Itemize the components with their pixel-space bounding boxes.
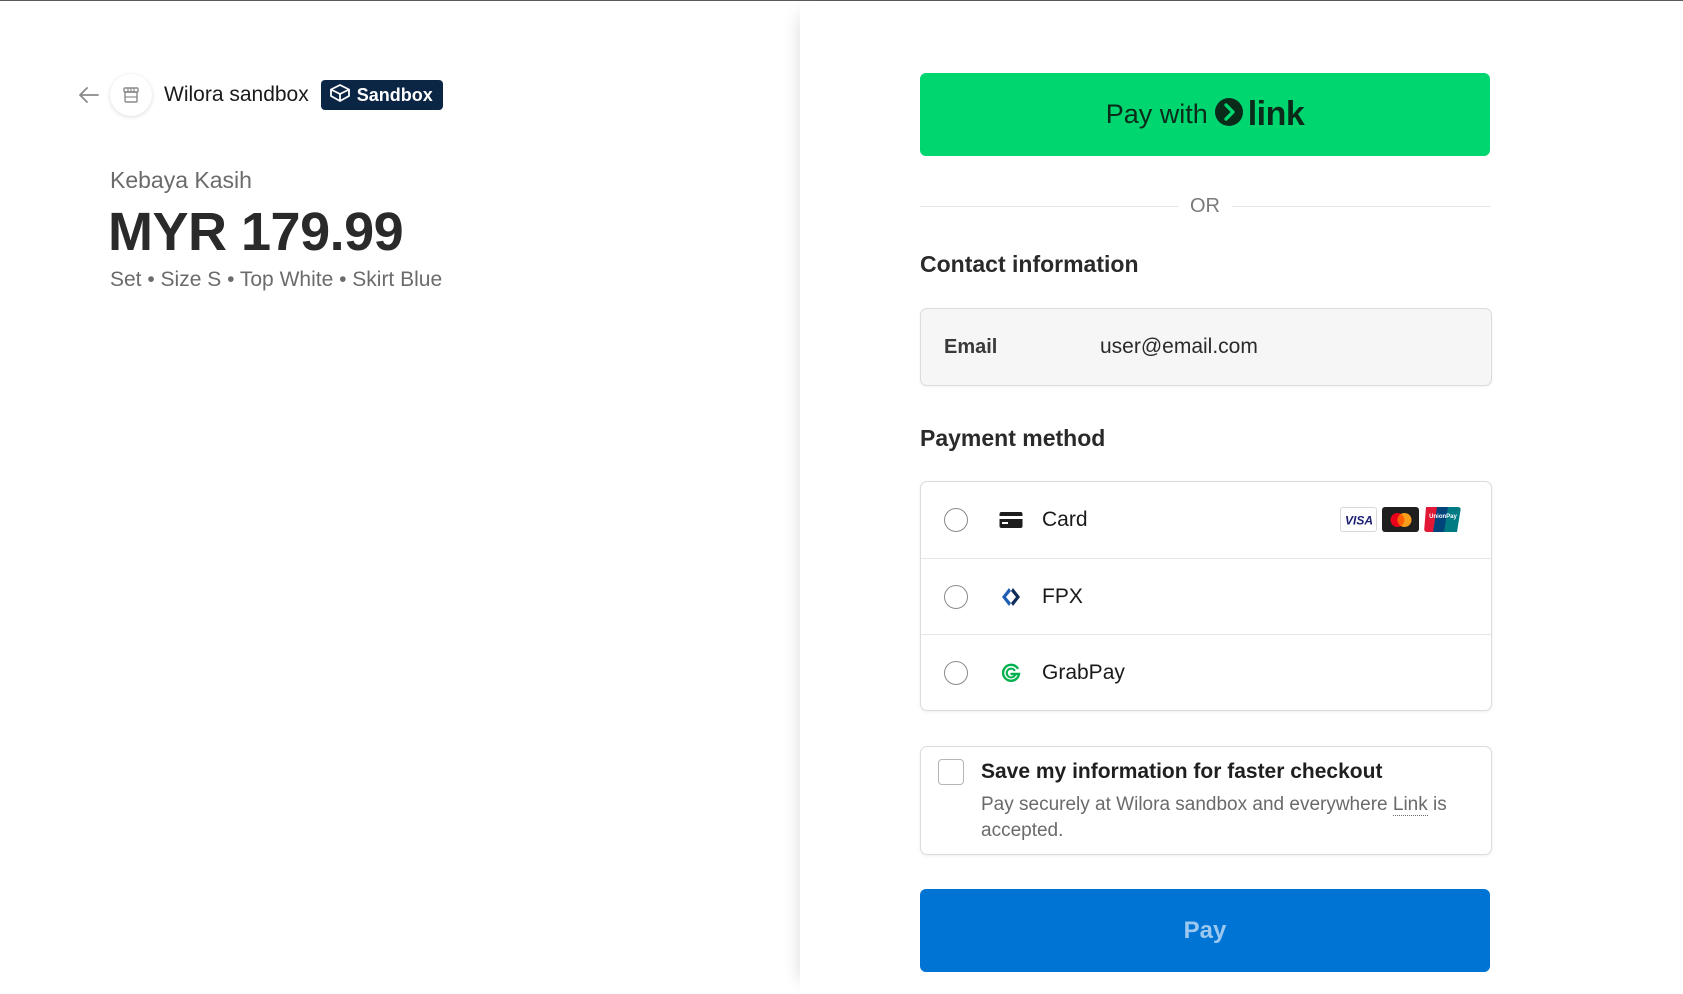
contact-info-title: Contact information <box>920 251 1139 277</box>
link-info-link[interactable]: Link <box>1392 794 1428 816</box>
store-icon <box>110 74 152 116</box>
card-label: Card <box>1042 508 1088 531</box>
fpx-radio[interactable] <box>944 584 968 609</box>
payment-method-list: Card VISA UnionPay FPX GrabPay <box>920 481 1492 711</box>
link-brand-word: link <box>1247 95 1305 133</box>
payment-method-title: Payment method <box>920 425 1106 451</box>
sandbox-badge-label: Sandbox <box>356 84 433 105</box>
email-field[interactable]: Email user@email.com <box>920 308 1492 386</box>
save-info-desc-prefix: Pay securely at Wilora sandbox and every… <box>981 794 1393 815</box>
pay-button[interactable]: Pay <box>920 889 1490 972</box>
svg-text:UnionPay: UnionPay <box>1429 514 1457 520</box>
grabpay-radio[interactable] <box>944 660 968 685</box>
grabpay-icon <box>998 660 1024 686</box>
or-text: OR <box>1190 194 1220 217</box>
save-info-description: Pay securely at Wilora sandbox and every… <box>981 792 1471 844</box>
merchant-name: Wilora sandbox <box>164 83 309 106</box>
product-price: MYR 179.99 <box>108 202 404 262</box>
mastercard-icon <box>1382 507 1419 532</box>
svg-text:VISA: VISA <box>1344 513 1372 527</box>
link-button-prefix: Pay with <box>1105 99 1208 129</box>
payment-option-fpx[interactable]: FPX <box>921 558 1491 634</box>
link-logo: link <box>1214 95 1305 134</box>
checkout-form-pane: Pay with link OR Contact information Ema… <box>800 1 1683 994</box>
sandbox-badge: Sandbox <box>320 80 443 110</box>
divider-line-right <box>1232 205 1490 207</box>
email-value[interactable]: user@email.com <box>1100 335 1258 359</box>
grabpay-label: GrabPay <box>1042 660 1125 684</box>
link-chevron-icon <box>1214 97 1244 132</box>
card-radio[interactable] <box>944 508 968 532</box>
divider-line-left <box>920 205 1178 207</box>
or-divider: OR <box>920 193 1490 219</box>
save-info-checkbox[interactable] <box>938 759 964 785</box>
save-info-panel: Save my information for faster checkout … <box>920 746 1492 855</box>
back-arrow-icon[interactable] <box>78 84 100 106</box>
card-brands: VISA UnionPay <box>1340 507 1461 532</box>
order-summary-pane: Wilora sandbox Sandbox Kebaya Kasih MYR … <box>0 1 800 994</box>
unionpay-icon: UnionPay <box>1424 507 1461 532</box>
payment-option-grabpay[interactable]: GrabPay <box>921 634 1491 710</box>
fpx-icon <box>998 584 1024 610</box>
pay-with-link-button[interactable]: Pay with link <box>920 73 1490 156</box>
sandbox-box-icon <box>329 83 351 108</box>
fpx-label: FPX <box>1042 584 1083 608</box>
visa-icon: VISA <box>1340 507 1377 532</box>
card-icon <box>998 507 1024 533</box>
payment-option-card[interactable]: Card VISA UnionPay <box>921 482 1491 558</box>
merchant-header: Wilora sandbox Sandbox <box>78 73 443 117</box>
product-variant: Set • Size S • Top White • Skirt Blue <box>110 268 443 291</box>
product-name: Kebaya Kasih <box>110 167 252 193</box>
save-info-title: Save my information for faster checkout <box>981 760 1383 783</box>
email-label: Email <box>944 335 998 358</box>
